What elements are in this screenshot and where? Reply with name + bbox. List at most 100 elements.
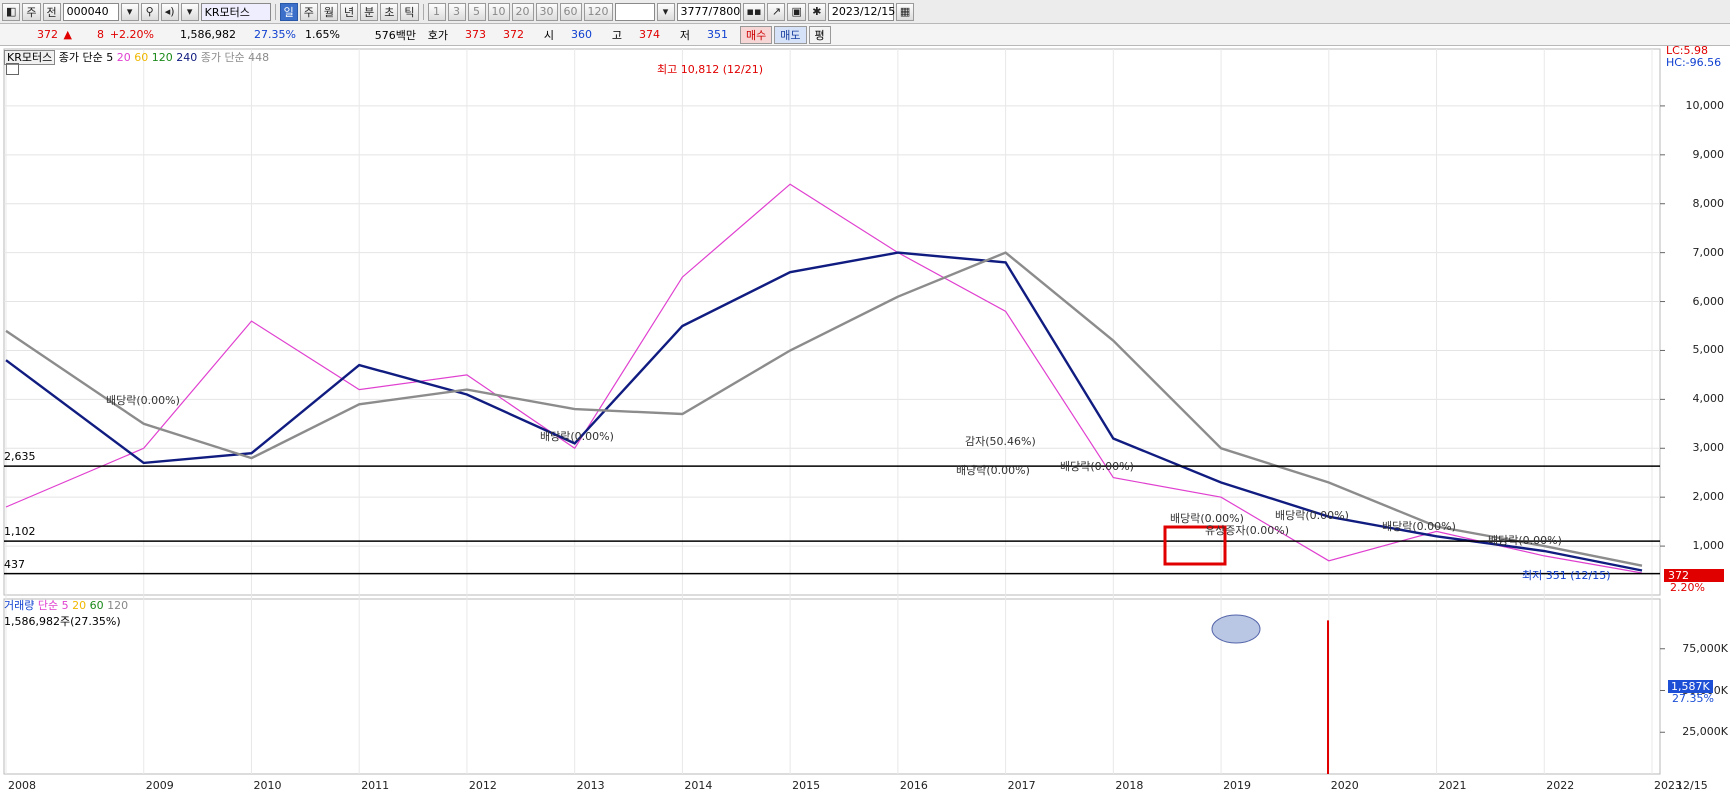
chart-settings-icon[interactable] xyxy=(6,63,19,75)
volume-legend-title: 거래량 xyxy=(4,599,35,612)
stock-name-field[interactable]: KR모터스 xyxy=(200,2,271,21)
interval-3-button[interactable]: 3 xyxy=(447,2,466,21)
change-pct: +2.20% xyxy=(109,28,154,41)
chart-type-icon[interactable]: ▪▪ xyxy=(742,2,766,21)
period-day-button[interactable]: 일 xyxy=(279,2,298,21)
dividend-label-2: 배당락(0.00%) xyxy=(540,430,614,443)
x-tick-label: 2019 xyxy=(1223,779,1252,792)
period-month-button[interactable]: 월 xyxy=(319,2,339,21)
legend-ma240: 240 xyxy=(176,51,198,64)
hc-label: HC:-96.56 xyxy=(1666,56,1722,69)
legend-ma60: 60 xyxy=(134,51,149,64)
x-tick-label: 2018 xyxy=(1115,779,1144,792)
period-week-button[interactable]: 주 xyxy=(299,2,318,21)
interval-60-button[interactable]: 60 xyxy=(559,2,582,21)
period-first-button[interactable]: 주 xyxy=(22,2,41,21)
volume-legend: 거래량 단순 5 20 60 120 1,586,982주(27.35%) xyxy=(4,597,128,629)
menu-dropdown-icon[interactable]: ▾ xyxy=(180,2,199,21)
turnover-pct: 27.35% xyxy=(254,28,296,41)
y-tick-label: 10,000 xyxy=(1685,98,1725,112)
volume-legend-ma20: 20 xyxy=(72,599,87,612)
toolbar: ◧ 주 전 000040 ▾ ⚲ ◂) ▾ KR모터스 일 주 월 년 분 초 … xyxy=(0,0,1730,24)
low-marker-label: 최저 351 (12/15) xyxy=(1522,569,1611,582)
price-chart[interactable] xyxy=(0,47,1730,796)
sell-button[interactable]: 매도 xyxy=(774,25,807,44)
current-price: 372 xyxy=(37,28,58,41)
x-tick-label: 2013 xyxy=(576,779,605,792)
count-field[interactable]: 3777/7800 xyxy=(676,2,741,21)
rights-offering-label: 유상증자(0.00%) xyxy=(1205,524,1290,537)
interval-20-button[interactable]: 20 xyxy=(511,2,534,21)
code-dropdown-icon[interactable]: ▾ xyxy=(120,2,139,21)
gear-icon[interactable]: ✱ xyxy=(807,2,826,21)
high-label: 고 xyxy=(611,28,622,42)
period-tick-button[interactable]: 틱 xyxy=(400,2,419,21)
dividend-label-3: 배당락(0.00%) xyxy=(956,464,1030,477)
line-tool-icon[interactable]: ↗ xyxy=(767,2,786,21)
interval-10-button[interactable]: 10 xyxy=(487,2,510,21)
buy-button[interactable]: 매수 xyxy=(740,25,773,44)
volume-pct-tag: 27.35% xyxy=(1672,692,1714,705)
period-year-button[interactable]: 년 xyxy=(340,2,359,21)
change-value: 8 xyxy=(97,28,104,41)
interval-dropdown-icon[interactable]: ▾ xyxy=(656,2,675,21)
calendar-icon[interactable]: ▦ xyxy=(895,2,915,21)
x-tick-label: 2022 xyxy=(1546,779,1575,792)
legend-ma448: 종가 단순 448 xyxy=(200,51,270,64)
y-tick-label: 1,000 xyxy=(1692,539,1725,553)
x-tick-label: 2020 xyxy=(1330,779,1359,792)
high-value: 374 xyxy=(639,28,660,41)
x-tick-label: 2009 xyxy=(145,779,174,792)
period-minute-button[interactable]: 분 xyxy=(360,2,379,21)
period-second-button[interactable]: 초 xyxy=(380,2,399,21)
interval-1-button[interactable]: 1 xyxy=(427,2,446,21)
amount-value: 576백만 xyxy=(374,28,416,42)
legend-ma20: 20 xyxy=(116,51,131,64)
date-input[interactable]: 2023/12/15 xyxy=(827,2,895,21)
x-tick-label: 2016 xyxy=(899,779,928,792)
up-arrow-icon: ▲ xyxy=(63,28,72,41)
legend-ma120: 120 xyxy=(151,51,173,64)
stock-code-input[interactable]: 000040 xyxy=(62,2,119,21)
x-tick-label: 2021 xyxy=(1438,779,1467,792)
x-tick-label: 2017 xyxy=(1007,779,1036,792)
hline-label-437: 437 xyxy=(4,558,25,571)
y-tick-label: 2,000 xyxy=(1692,490,1725,504)
x-tick-label: 2008 xyxy=(8,779,36,792)
y-tick-label: 3,000 xyxy=(1692,441,1725,455)
volume-legend-ma120: 120 xyxy=(107,599,129,612)
volume-tick-label: 25,000K xyxy=(1682,725,1728,739)
y-tick-label: 8,000 xyxy=(1692,196,1725,210)
high-marker-label: 최고 10,812 (12/21) xyxy=(657,63,764,76)
quote-bar: 372 ▲ 8 +2.20% 1,586,982 27.35% 1.65% 57… xyxy=(0,24,1730,46)
x-tick-label: 2010 xyxy=(253,779,282,792)
x-end-label: 12/15 xyxy=(1676,779,1708,792)
save-icon[interactable]: ▣ xyxy=(787,2,806,21)
dividend-label-6: 배당락(0.00%) xyxy=(1275,509,1349,522)
volume-value: 1,586,982 xyxy=(180,28,236,41)
volume-legend-ma: 단순 5 xyxy=(37,599,69,612)
speaker-icon[interactable]: ◂) xyxy=(160,2,179,21)
interval-5-button[interactable]: 5 xyxy=(467,2,486,21)
hline-label-1102: 1,102 xyxy=(4,525,36,538)
mode-button[interactable]: 전 xyxy=(42,2,61,21)
interval-30-button[interactable]: 30 xyxy=(535,2,558,21)
chart-area: KR모터스 종가 단순 5 20 60 120 240 종가 단순 448 거래… xyxy=(0,44,1730,796)
dividend-label-8: 배당락(0.00%) xyxy=(1488,534,1562,547)
interval-120-button[interactable]: 120 xyxy=(583,2,613,21)
x-tick-label: 2011 xyxy=(361,779,390,792)
hoga-label: 호가 xyxy=(427,28,448,42)
volume-legend-ma60: 60 xyxy=(89,599,104,612)
volume-current: 1,586,982주(27.35%) xyxy=(4,615,121,628)
legend-ma-label: 종가 단순 5 xyxy=(58,51,114,64)
search-icon[interactable]: ⚲ xyxy=(140,2,159,21)
hoga-ask: 373 xyxy=(465,28,486,41)
low-value: 351 xyxy=(707,28,728,41)
avg-button[interactable]: 평 xyxy=(808,25,831,44)
volume-pane-frame xyxy=(3,598,1661,775)
dividend-label-4: 배당락(0.00%) xyxy=(1060,460,1134,473)
capital-reduction-label: 감자(50.46%) xyxy=(965,435,1036,448)
y-tick-label: 9,000 xyxy=(1692,147,1725,161)
custom-interval-input[interactable] xyxy=(614,2,655,21)
layout-icon[interactable]: ◧ xyxy=(2,2,21,21)
